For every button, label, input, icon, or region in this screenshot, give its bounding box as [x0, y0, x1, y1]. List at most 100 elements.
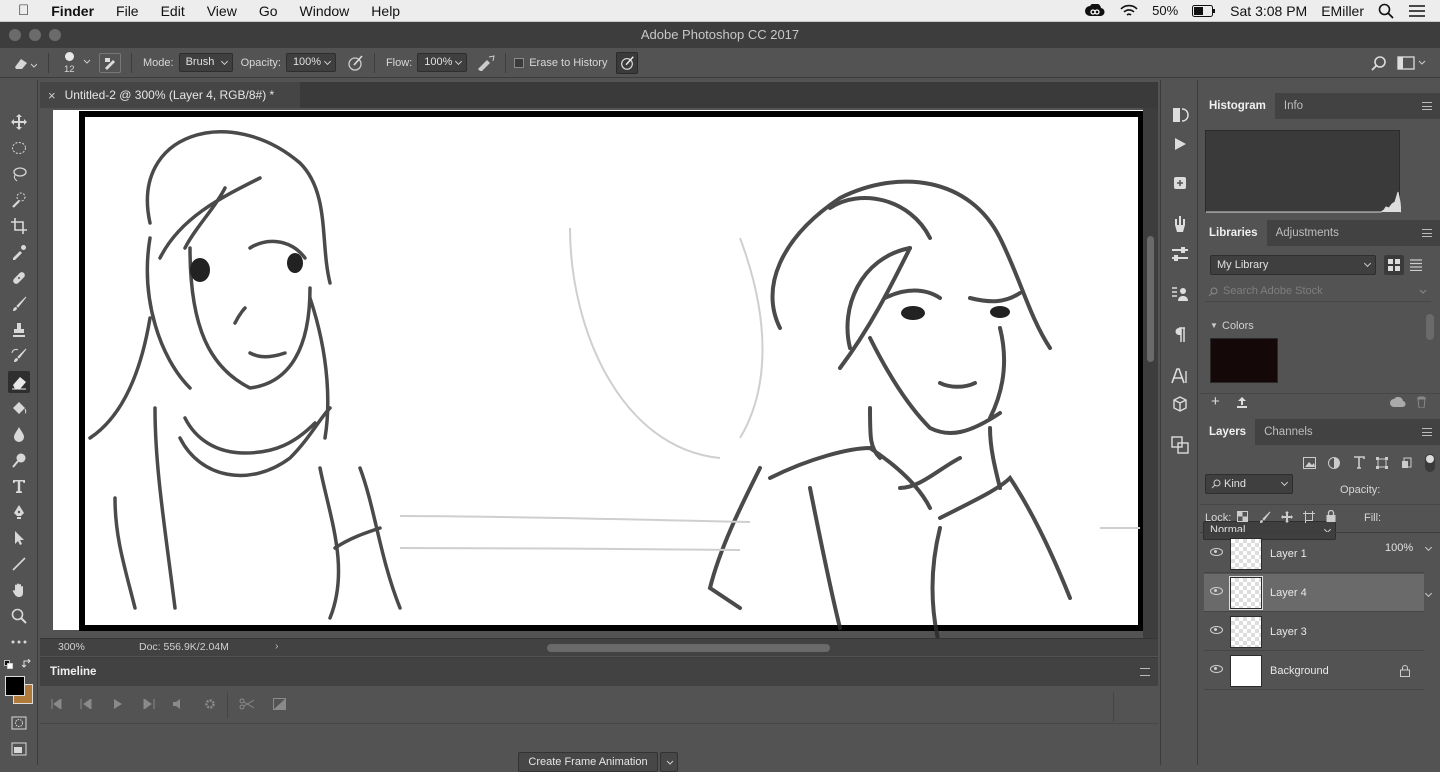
properties-panel-icon[interactable]: [1170, 284, 1190, 304]
layer-visibility-eye-icon[interactable]: [1210, 587, 1223, 595]
brush-panel-toggle-icon[interactable]: [99, 52, 121, 73]
brush-tool-icon[interactable]: [8, 293, 30, 315]
quick-selection-tool-icon[interactable]: [8, 189, 30, 211]
list-view-icon[interactable]: [1410, 259, 1422, 274]
minimize-window-button[interactable]: [29, 29, 41, 41]
horizontal-scroll-thumb[interactable]: [547, 644, 830, 652]
menubar-clock[interactable]: Sat 3:08 PM: [1230, 3, 1307, 19]
histogram-panel-menu-icon[interactable]: [1422, 102, 1432, 110]
tab-layers[interactable]: Layers: [1200, 419, 1256, 445]
brush-presets-panel-icon[interactable]: [1170, 214, 1190, 234]
vertical-scrollbar[interactable]: [1143, 108, 1158, 638]
layer-name[interactable]: Background: [1270, 665, 1329, 677]
blur-tool-icon[interactable]: [8, 423, 30, 445]
audio-icon[interactable]: [172, 699, 182, 712]
layer-name[interactable]: Layer 3: [1270, 626, 1307, 638]
crop-tool-icon[interactable]: [8, 215, 30, 237]
library-select[interactable]: My Library: [1210, 255, 1376, 275]
opacity-input[interactable]: 100%: [285, 53, 336, 72]
layer-name[interactable]: Layer 1: [1270, 548, 1307, 560]
menu-window[interactable]: Window: [289, 0, 361, 22]
library-color-swatch[interactable]: [1210, 338, 1278, 383]
close-document-icon[interactable]: ×: [48, 88, 56, 103]
quick-mask-icon[interactable]: [8, 712, 30, 734]
play-icon[interactable]: [113, 699, 123, 712]
layer-comps-panel-icon[interactable]: [1170, 435, 1190, 455]
creative-cloud-sync-icon[interactable]: [1390, 396, 1406, 411]
first-frame-icon[interactable]: [51, 698, 62, 712]
pressure-opacity-icon[interactable]: [342, 54, 368, 72]
transition-icon[interactable]: [273, 698, 286, 713]
path-selection-tool-icon[interactable]: [8, 527, 30, 549]
lock-all-icon[interactable]: [1326, 509, 1336, 525]
brush-preset-picker[interactable]: 12: [55, 49, 95, 77]
menu-edit[interactable]: Edit: [150, 0, 196, 22]
render-settings-icon[interactable]: [204, 698, 216, 713]
dodge-tool-icon[interactable]: [8, 449, 30, 471]
canvas-area[interactable]: [40, 108, 1143, 638]
default-colors-icon[interactable]: [4, 660, 13, 669]
character-panel-icon[interactable]: [1170, 366, 1190, 386]
paragraph-panel-icon[interactable]: [1170, 325, 1190, 345]
layer-visibility-eye-icon[interactable]: [1210, 548, 1223, 556]
drawing-canvas[interactable]: [40, 108, 1143, 638]
eraser-preset-icon[interactable]: [6, 55, 42, 71]
filter-type-icon[interactable]: [1353, 456, 1365, 472]
tab-histogram[interactable]: Histogram: [1200, 93, 1275, 119]
timeline-menu-icon[interactable]: [1140, 668, 1150, 676]
lock-transparent-pixels-icon[interactable]: [1237, 511, 1248, 525]
adobe-stock-search[interactable]: Search Adobe Stock: [1205, 284, 1431, 302]
healing-brush-tool-icon[interactable]: [8, 267, 30, 289]
previous-frame-icon[interactable]: [80, 698, 92, 712]
menu-help[interactable]: Help: [360, 0, 411, 22]
history-brush-tool-icon[interactable]: [8, 345, 30, 367]
layer-name[interactable]: Layer 4: [1270, 587, 1307, 599]
menubar-user[interactable]: EMiller: [1321, 3, 1364, 19]
status-menu-arrow-icon[interactable]: ›: [275, 640, 279, 652]
swap-colors-icon[interactable]: [21, 658, 32, 669]
search-icon[interactable]: [1366, 55, 1392, 71]
layer-row-layer-3[interactable]: Layer 3: [1204, 613, 1424, 651]
lasso-tool-icon[interactable]: [8, 163, 30, 185]
colors-label[interactable]: Colors: [1222, 320, 1254, 332]
libraries-scroll-thumb[interactable]: [1426, 314, 1434, 340]
libraries-panel-menu-icon[interactable]: [1422, 229, 1432, 237]
notification-center-icon[interactable]: [1408, 4, 1426, 18]
colors-disclosure-icon[interactable]: ▼: [1210, 321, 1218, 330]
delete-library-item-icon[interactable]: [1416, 396, 1427, 411]
vertical-scroll-thumb[interactable]: [1147, 236, 1154, 362]
filter-toggle-switch[interactable]: [1425, 454, 1435, 472]
document-tab[interactable]: × Untitled-2 @ 300% (Layer 4, RGB/8#) *: [40, 82, 300, 108]
eyedropper-tool-icon[interactable]: [8, 241, 30, 263]
zoom-window-button[interactable]: [49, 29, 61, 41]
pen-tool-icon[interactable]: [8, 501, 30, 523]
flow-input[interactable]: 100%: [417, 53, 468, 72]
layer-row-layer-1[interactable]: Layer 1: [1204, 535, 1424, 573]
tab-info[interactable]: Info: [1275, 93, 1312, 119]
menu-file[interactable]: File: [105, 0, 150, 22]
apple-icon[interactable]: : [0, 0, 40, 22]
paint-bucket-tool-icon[interactable]: [8, 397, 30, 419]
layer-visibility-eye-icon[interactable]: [1210, 665, 1223, 673]
next-frame-icon[interactable]: [143, 698, 155, 712]
eraser-tool-icon[interactable]: [8, 371, 30, 393]
lock-artboard-icon[interactable]: [1303, 511, 1315, 526]
menu-view[interactable]: View: [196, 0, 248, 22]
marquee-tool-icon[interactable]: [8, 137, 30, 159]
battery-icon[interactable]: [1192, 4, 1216, 17]
hand-tool-icon[interactable]: [8, 579, 30, 601]
layer-row-layer-4[interactable]: Layer 4: [1204, 574, 1424, 612]
split-scissors-icon[interactable]: [239, 698, 255, 713]
layers-panel-menu-icon[interactable]: [1422, 428, 1432, 436]
history-panel-icon[interactable]: [1170, 105, 1190, 125]
filter-shape-icon[interactable]: [1376, 457, 1388, 472]
foreground-color-swatch[interactable]: [5, 676, 25, 696]
tab-adjustments[interactable]: Adjustments: [1267, 220, 1348, 246]
menu-finder[interactable]: Finder: [40, 0, 105, 22]
grid-view-icon[interactable]: [1384, 255, 1404, 275]
workspace-switcher-icon[interactable]: [1392, 55, 1432, 70]
layer-visibility-eye-icon[interactable]: [1210, 626, 1223, 634]
close-window-button[interactable]: [9, 29, 21, 41]
tab-channels[interactable]: Channels: [1255, 419, 1322, 445]
add-library-content-icon[interactable]: +: [1211, 394, 1220, 409]
